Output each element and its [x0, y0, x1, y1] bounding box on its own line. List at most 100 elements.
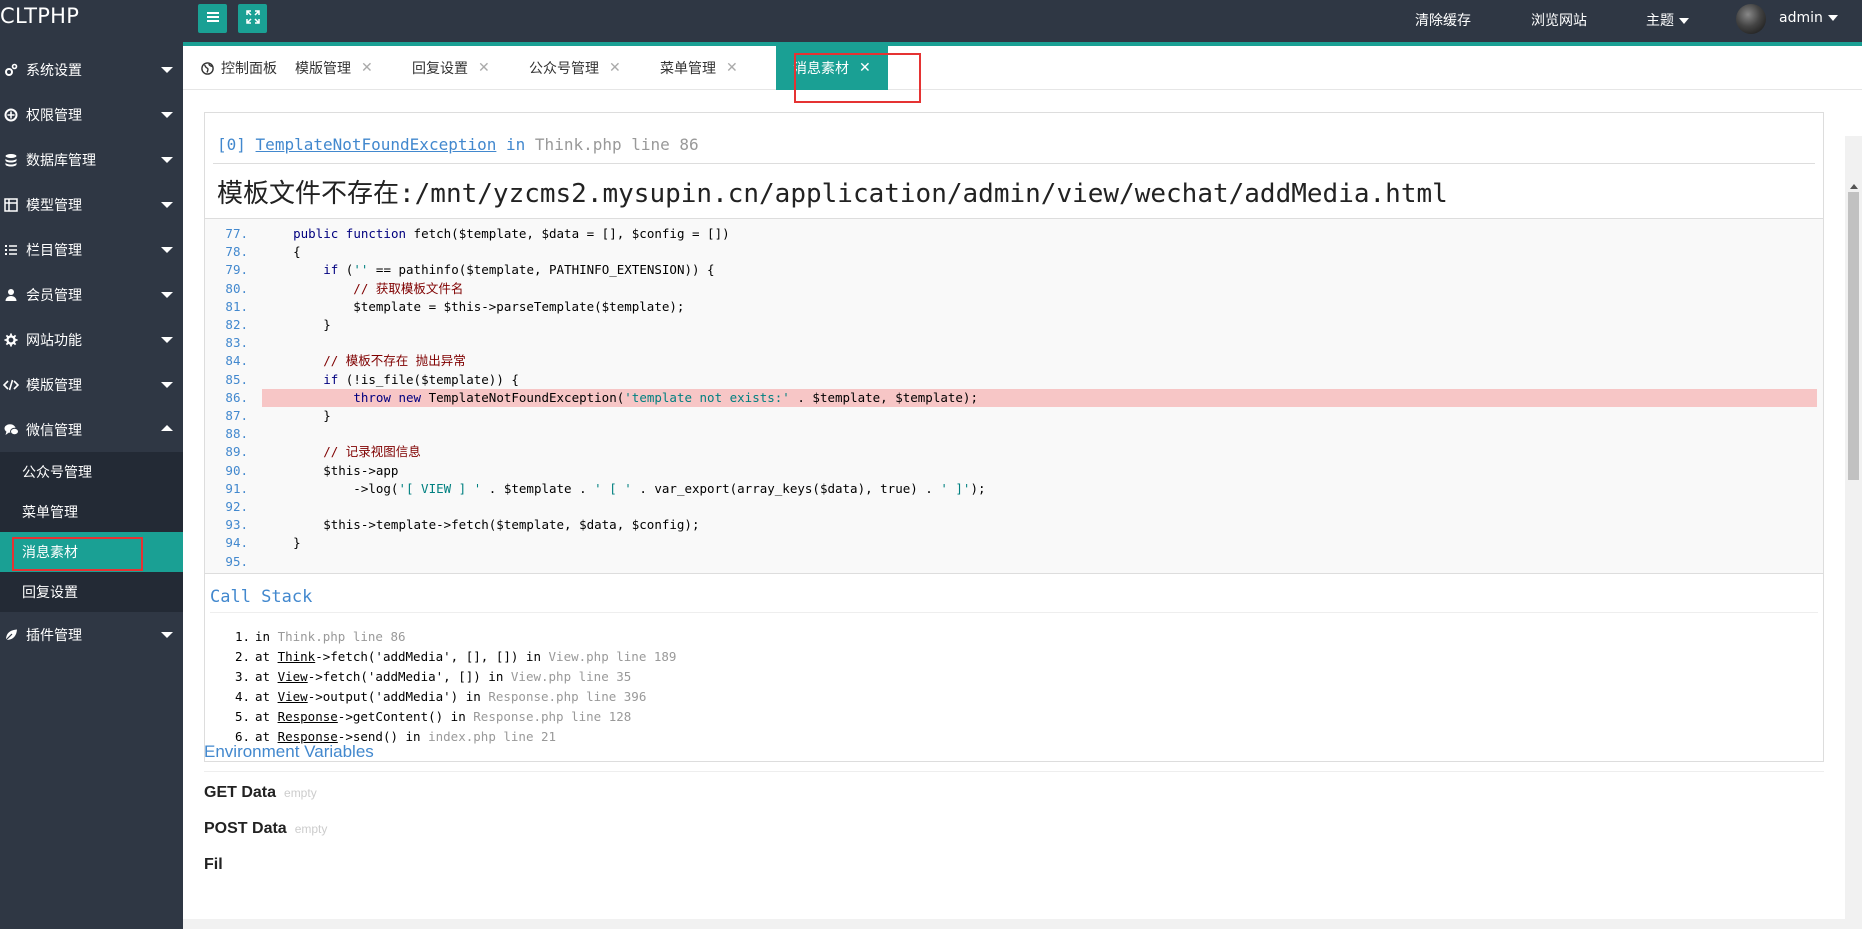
get-data-empty: empty — [284, 786, 317, 800]
tab-menu-management[interactable]: 菜单管理 ✕ — [644, 46, 754, 90]
call-stack-number: 4. — [235, 689, 251, 704]
chevron-down-icon — [161, 382, 173, 388]
code-line: 90. $this->app — [205, 462, 1823, 480]
scrollbar-thumb[interactable] — [1848, 192, 1859, 480]
code-line: 93. $this->template->fetch($template, $d… — [205, 516, 1823, 534]
code-line: 88. — [205, 425, 1823, 443]
sidebar-item-models[interactable]: 模型管理 — [0, 182, 183, 227]
post-data-label: POST Data — [204, 820, 287, 837]
code-line: 78. { — [205, 243, 1823, 261]
gears-icon — [2, 61, 20, 79]
files-section: Fil — [204, 856, 223, 874]
fullscreen-button[interactable] — [238, 4, 267, 33]
call-stack-item: 1. in Think.php line 86 — [235, 627, 676, 647]
tab-dashboard[interactable]: 控制面板 — [183, 46, 293, 90]
call-stack-number: 2. — [235, 649, 251, 664]
tab-label: 公众号管理 — [529, 61, 599, 77]
line-number: 89. — [225, 444, 248, 460]
top-header: 清除缓存 浏览网站 主题 admin — [183, 0, 1862, 46]
get-data-section: GET Data empty — [204, 784, 317, 802]
user-dropdown[interactable]: admin — [1779, 10, 1838, 26]
sidebar-item-templates[interactable]: 模版管理 — [0, 362, 183, 407]
sidebar-item-label: 数据库管理 — [26, 152, 96, 169]
line-number: 92. — [225, 499, 248, 514]
clear-cache-link[interactable]: 清除缓存 — [1415, 10, 1471, 30]
tab-label: 菜单管理 — [660, 61, 716, 77]
sidebar-subitem-official-accounts[interactable]: 公众号管理 — [0, 452, 183, 492]
exception-message: 模板文件不存在:/mnt/yzcms2.mysupin.cn/applicati… — [217, 179, 1448, 209]
tab-message-media[interactable]: 消息素材 ✕ — [776, 46, 888, 90]
sidebar-item-plugins[interactable]: 插件管理 — [0, 612, 183, 657]
line-number: 78. — [225, 244, 248, 260]
line-source: public function fetch($template, $data =… — [293, 226, 730, 241]
get-data-label: GET Data — [204, 784, 277, 801]
shield-icon — [2, 106, 20, 124]
line-source: } — [263, 317, 331, 332]
app-logo: CLTPHP — [0, 4, 80, 28]
scroll-up-icon[interactable] — [1850, 184, 1858, 189]
chevron-down-icon — [161, 292, 173, 298]
globe-icon — [201, 61, 214, 75]
chevron-down-icon — [161, 337, 173, 343]
user-icon — [2, 286, 20, 304]
call-stack-item: 2. at Think->fetch('addMedia', [], []) in… — [235, 647, 676, 667]
source-code-block: 77. public function fetch($template, $da… — [205, 218, 1823, 574]
close-icon[interactable]: ✕ — [361, 60, 373, 76]
exception-class-link[interactable]: TemplateNotFoundException — [256, 135, 497, 154]
tab-template-management[interactable]: 模版管理 ✕ — [279, 46, 389, 90]
sidebar-item-wechat[interactable]: 微信管理 — [0, 407, 183, 452]
divider — [213, 163, 1815, 164]
code-line: 82. } — [205, 316, 1823, 334]
theme-dropdown[interactable]: 主题 — [1646, 10, 1689, 30]
code-line: 80. // 获取模板文件名 — [205, 280, 1823, 298]
chevron-down-icon — [161, 112, 173, 118]
line-number: 95. — [225, 553, 248, 569]
line-number: 87. — [225, 408, 248, 423]
sidebar-item-label: 权限管理 — [26, 107, 82, 124]
line-number: 94. — [225, 535, 248, 551]
avatar[interactable] — [1736, 4, 1766, 34]
close-icon[interactable]: ✕ — [609, 60, 621, 76]
sidebar-item-members[interactable]: 会员管理 — [0, 272, 183, 317]
call-stack-number: 3. — [235, 669, 251, 684]
close-icon[interactable]: ✕ — [859, 60, 871, 76]
theme-label: 主题 — [1646, 13, 1674, 29]
line-number: 79. — [225, 262, 248, 278]
wechat-submenu: 公众号管理 菜单管理 消息素材 回复设置 — [0, 452, 183, 612]
close-icon[interactable]: ✕ — [478, 60, 490, 76]
post-data-empty: empty — [294, 822, 328, 836]
divider — [210, 612, 1818, 613]
sidebar-item-label: 模版管理 — [26, 377, 82, 394]
code-line-highlighted: 86. throw new TemplateNotFoundException(… — [225, 388, 1817, 407]
tab-label: 模版管理 — [295, 61, 351, 77]
line-source: // 获取模板文件名 — [263, 280, 464, 296]
chevron-up-icon — [161, 425, 173, 431]
sidebar-item-permissions[interactable]: 权限管理 — [0, 92, 183, 137]
vertical-scrollbar[interactable] — [1845, 136, 1862, 929]
hamburger-icon — [206, 11, 220, 27]
content-area: 控制面板 模版管理 ✕ 回复设置 ✕ 公众号管理 ✕ 菜单管理 ✕ 消息素材 ✕ [0] … — [183, 46, 1862, 929]
tab-reply-settings[interactable]: 回复设置 ✕ — [396, 46, 506, 90]
call-stack-item: 4. at View->output('addMedia') in Respons… — [235, 687, 676, 707]
tab-official-accounts[interactable]: 公众号管理 ✕ — [513, 46, 637, 90]
sidebar-subitem-menus[interactable]: 菜单管理 — [0, 492, 183, 532]
menu-toggle-button[interactable] — [198, 4, 227, 33]
sidebar-item-columns[interactable]: 栏目管理 — [0, 227, 183, 272]
chat-icon — [2, 421, 20, 439]
close-icon[interactable]: ✕ — [726, 60, 738, 76]
sidebar-subitem-message-media[interactable]: 消息素材 — [0, 532, 183, 572]
list-icon — [2, 241, 20, 259]
sidebar-item-database[interactable]: 数据库管理 — [0, 137, 183, 182]
line-number: 91. — [225, 480, 248, 496]
code-line: 85. if (!is_file($template)) { — [205, 371, 1823, 389]
line-source: $this->template->fetch($template, $data,… — [263, 517, 700, 533]
sidebar-subitem-reply-settings[interactable]: 回复设置 — [0, 572, 183, 612]
browse-site-link[interactable]: 浏览网站 — [1531, 10, 1587, 30]
horizontal-scrollbar[interactable] — [183, 919, 1862, 929]
chevron-down-icon — [1679, 18, 1689, 24]
sidebar-item-system[interactable]: 系统设置 — [0, 47, 183, 92]
leaf-icon — [2, 626, 20, 644]
sidebar-item-site-functions[interactable]: 网站功能 — [0, 317, 183, 362]
sidebar-item-label: 栏目管理 — [26, 242, 82, 259]
code-line: 89. // 记录视图信息 — [205, 443, 1823, 461]
